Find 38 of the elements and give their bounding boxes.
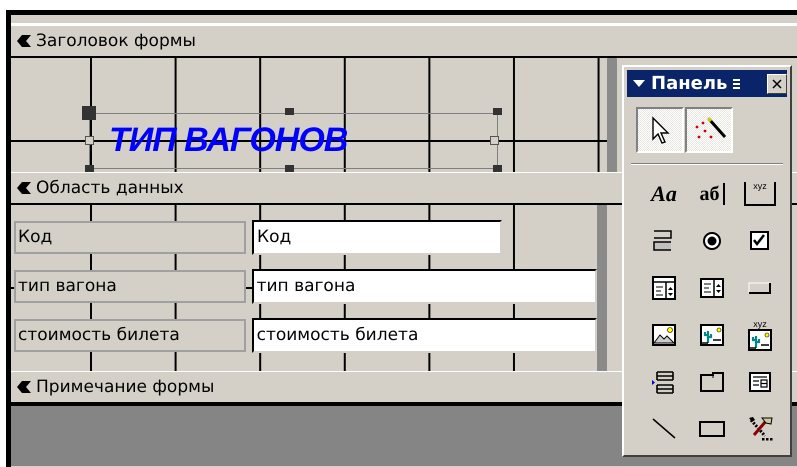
pointer-button[interactable] bbox=[636, 107, 684, 153]
combo-box-icon bbox=[651, 275, 677, 301]
tools-icon bbox=[747, 416, 773, 442]
text-field[interactable]: стоимость билета bbox=[252, 318, 597, 353]
resize-handle[interactable] bbox=[493, 165, 502, 172]
list-box-icon bbox=[699, 275, 725, 301]
section-marker-icon bbox=[16, 380, 32, 394]
resize-handle[interactable] bbox=[493, 108, 502, 115]
field-label[interactable]: тип вагона bbox=[14, 270, 246, 303]
tab-folder-icon bbox=[699, 369, 725, 395]
close-icon bbox=[771, 78, 783, 90]
resize-handle[interactable] bbox=[285, 108, 294, 115]
bound-tool-button[interactable]: xyz bbox=[739, 314, 781, 356]
resize-handle[interactable] bbox=[82, 106, 96, 120]
field-label[interactable]: Код bbox=[14, 221, 246, 254]
section-title: Примечание формы bbox=[36, 377, 214, 397]
image-icon bbox=[651, 322, 677, 348]
text-field[interactable]: Код bbox=[252, 220, 502, 255]
subform-icon bbox=[747, 369, 773, 395]
resize-handle[interactable] bbox=[85, 165, 94, 172]
toolbox-title-bar[interactable]: Панель bbox=[627, 70, 787, 97]
section-marker-icon bbox=[16, 34, 32, 48]
close-button[interactable] bbox=[767, 74, 787, 94]
cactus-frame-icon bbox=[699, 322, 725, 348]
grip-icon bbox=[733, 76, 742, 90]
section-title: Область данных bbox=[36, 178, 184, 198]
text-field[interactable]: тип вагона bbox=[252, 269, 597, 304]
section-header[interactable]: Заголовок формы bbox=[11, 25, 797, 58]
resize-handle[interactable] bbox=[490, 136, 499, 145]
section-title: Заголовок формы bbox=[36, 31, 196, 51]
wizard-button[interactable] bbox=[685, 107, 733, 153]
section-marker-icon bbox=[16, 181, 32, 195]
resize-handle[interactable] bbox=[285, 165, 294, 172]
toolbox-title: Панель bbox=[651, 73, 728, 94]
resize-handle[interactable] bbox=[85, 136, 94, 145]
field-label[interactable]: стоимость билета bbox=[14, 319, 246, 352]
dropdown-icon[interactable] bbox=[633, 80, 645, 88]
page-break-icon bbox=[651, 369, 677, 395]
